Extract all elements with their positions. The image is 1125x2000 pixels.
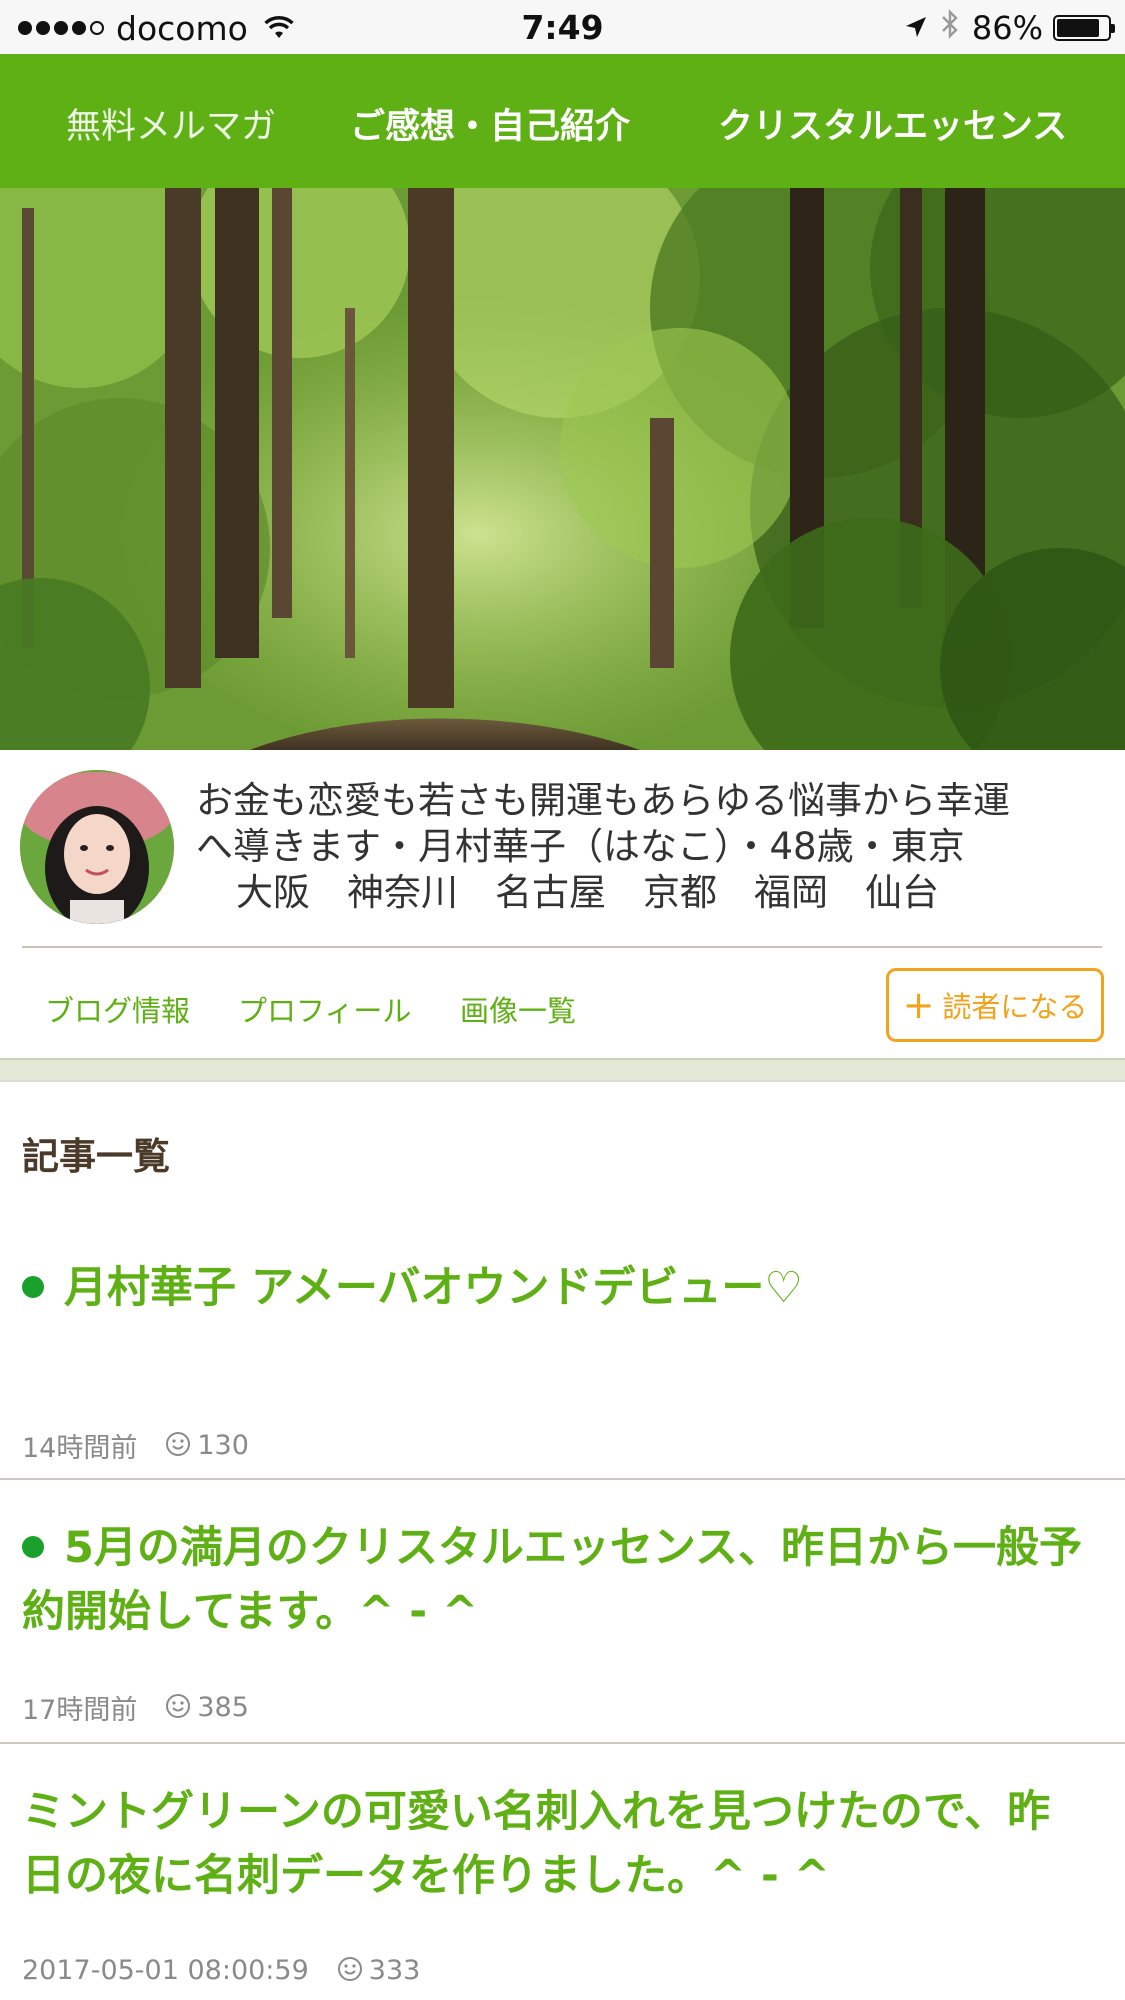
article-time: 14時間前 [22,1433,138,1464]
wifi-icon [264,9,294,48]
article-like-count: 385 [197,1692,249,1723]
bluetooth-icon [940,9,960,47]
green-dot-icon [22,1535,44,1558]
carrier-name: docomo [116,8,248,48]
article-title-link[interactable]: 月村華子 アメーバオウンドデビュー♡ [22,1256,1092,1320]
smile-icon [165,1693,191,1726]
article-meta: 17時間前 385 [22,1688,249,1727]
nav-free-newsletter[interactable]: 無料メルマガ [66,98,276,149]
article-title-text: 月村華子 アメーバオウンドデビュー♡ [64,1263,803,1313]
article-time: 2017-05-01 08:00:59 [22,1955,309,1986]
nav-crystal-essence[interactable]: クリスタルエッセンス [718,98,1067,149]
blog-description-line-1: お金も恋愛も若さも開運もあらゆる悩事から幸運 [196,779,1010,822]
status-bar: docomo 7:49 86% [0,0,1125,54]
smile-icon [337,1956,363,1989]
status-right: 86% [904,8,1115,48]
article-item[interactable]: ミントグリーンの可愛い名刺入れを見つけたので、昨日の夜に名刺データを作りました。… [0,1744,1125,2000]
article-title-text: ミントグリーンの可愛い名刺入れを見つけたので、昨日の夜に名刺データを作りました。… [22,1787,1051,1901]
status-left: docomo [18,8,294,48]
follow-button-label: 読者になる [942,990,1088,1024]
article-title-link[interactable]: ミントグリーンの可愛い名刺入れを見つけたので、昨日の夜に名刺データを作りました。… [22,1780,1092,1908]
article-list-title: 記事一覧 [22,1135,170,1178]
section-separator-band [0,1058,1125,1082]
blog-description-line-3: 大阪 神奈川 名古屋 京都 福岡 仙台 [236,871,939,914]
article-item[interactable]: 5月の満月のクリスタルエッセンス、昨日から一般予約開始してます。^ - ^ 17… [0,1480,1125,1744]
nav-reviews-introduction[interactable]: ご感想・自己紹介 [350,98,630,149]
article-title-link[interactable]: 5月の満月のクリスタルエッセンス、昨日から一般予約開始してます。^ - ^ [22,1516,1092,1644]
article-like-count: 333 [368,1955,421,1986]
battery-fill [1057,19,1100,37]
tab-image-list[interactable]: 画像一覧 [460,988,576,1030]
blog-description: お金も恋愛も若さも開運もあらゆる悩事から幸運 へ導きます・月村華子（はなこ）・4… [196,778,1096,916]
smile-icon [165,1431,191,1464]
green-dot-icon [22,1275,44,1298]
author-avatar[interactable] [20,770,174,924]
article-like-count: 130 [197,1430,249,1461]
tab-blog-info[interactable]: ブログ情報 [45,988,190,1030]
battery-percent: 86% [971,9,1043,47]
signal-strength-icon [18,21,108,35]
top-navigation: 無料メルマガ ご感想・自己紹介 クリスタルエッセンス [0,54,1125,188]
article-title-text: 5月の満月のクリスタルエッセンス、昨日から一般予約開始してます。^ - ^ [22,1523,1083,1637]
header-forest-image [0,188,1125,750]
blog-description-line-2: へ導きます・月村華子（はなこ）・48歳・東京 [196,825,965,868]
blog-subnav: ブログ情報 プロフィール 画像一覧 + 読者になる [0,948,1125,1058]
article-time: 17時間前 [22,1695,138,1726]
battery-icon [1053,15,1115,41]
follow-button[interactable]: + 読者になる [886,968,1104,1042]
article-meta: 2017-05-01 08:00:59 333 [22,1954,420,1987]
tab-profile[interactable]: プロフィール [238,988,411,1030]
location-arrow-icon [904,9,928,47]
article-meta: 14時間前 130 [22,1426,249,1465]
article-item[interactable]: 月村華子 アメーバオウンドデビュー♡ 14時間前 130 [0,1220,1125,1480]
blog-profile: お金も恋愛も若さも開運もあらゆる悩事から幸運 へ導きます・月村華子（はなこ）・4… [0,750,1125,948]
plus-icon: + [902,983,935,1027]
